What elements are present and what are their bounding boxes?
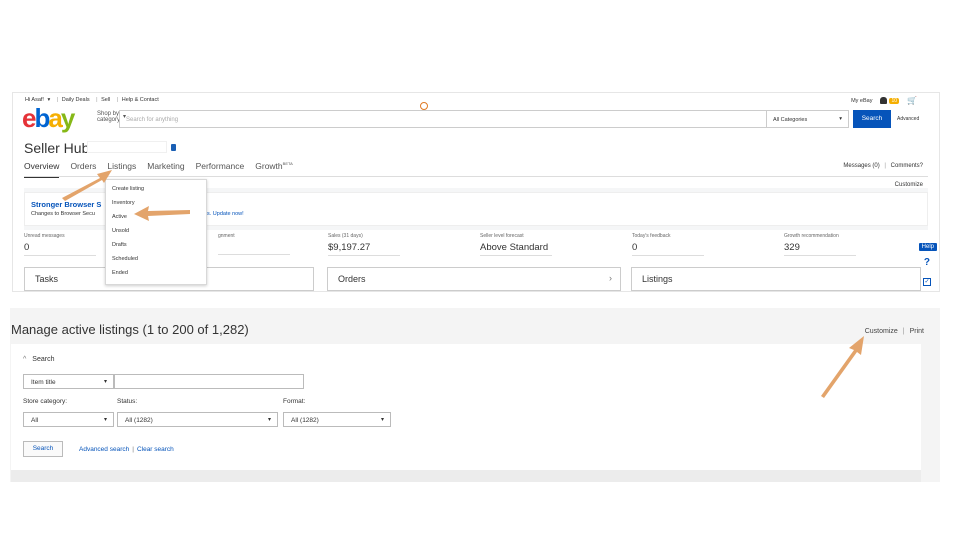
chevron-down-icon: ▾	[103, 379, 107, 385]
search-toggle[interactable]: ^ Search	[23, 356, 54, 363]
stat-seller-level[interactable]: Seller level forecast Above Standard	[480, 233, 620, 256]
format-select[interactable]: All (1282) ▾	[283, 412, 391, 427]
messages-links: Messages (0) | Comments?	[843, 163, 923, 169]
store-badge-icon	[171, 144, 176, 151]
arrow-to-listings-tab	[62, 170, 112, 201]
tab-performance[interactable]: Performance	[196, 161, 245, 175]
cart-icon[interactable]: 🛒	[907, 96, 917, 105]
page-title: Seller Hub	[24, 140, 90, 156]
question-icon[interactable]: ?	[924, 257, 930, 268]
chevron-down-icon: ▾	[380, 417, 384, 423]
stat-growth-recommendation[interactable]: Growth recommendation 329	[784, 233, 924, 256]
help-contact-link[interactable]: Help & Contact	[122, 97, 159, 103]
arrow-to-active-item	[134, 206, 190, 221]
tab-marketing[interactable]: Marketing	[147, 161, 184, 175]
shop-by-category-button[interactable]: Shop by category ▾	[97, 111, 126, 123]
menu-item-active[interactable]: Active	[112, 214, 127, 220]
category-select[interactable]: All Categories ▾	[767, 110, 849, 128]
advanced-search-link[interactable]: Advanced search	[79, 446, 129, 453]
seller-hub-screenshot: Hi Asaf! ▾ | Daily Deals | Sell | Help &…	[12, 92, 940, 292]
clear-search-link[interactable]: Clear search	[137, 446, 174, 453]
notification-badge: 10	[889, 97, 900, 104]
help-button[interactable]: Help	[918, 243, 937, 251]
search-input[interactable]: Search for anything	[119, 110, 767, 128]
search-field-select[interactable]: Item title ▾	[23, 374, 114, 389]
mouse-cursor-indicator	[420, 102, 428, 110]
messages-link[interactable]: Messages (0)	[843, 163, 879, 169]
banner-subtitle: Changes to Browser Secu	[31, 211, 95, 217]
chevron-right-icon: ›	[609, 273, 612, 283]
beta-badge: BETA	[282, 161, 293, 167]
arrow-to-customize-link	[821, 336, 864, 398]
advanced-search-link[interactable]: Advanced	[897, 116, 919, 122]
listings-dropdown-menu: Create listing Inventory Active Unsold D…	[105, 179, 207, 285]
store-category-select[interactable]: All ▾	[23, 412, 114, 427]
manage-listings-screenshot: Manage active listings (1 to 200 of 1,28…	[10, 308, 940, 482]
manage-listings-title: Manage active listings (1 to 200 of 1,28…	[11, 322, 249, 337]
status-label: Status:	[117, 398, 138, 405]
update-now-link[interactable]: s. Update now!	[207, 211, 244, 217]
sell-link[interactable]: Sell	[101, 97, 110, 103]
tab-growth[interactable]: GrowthBETA	[255, 161, 293, 175]
my-ebay-link[interactable]: My eBay	[851, 98, 872, 104]
customize-print-links: Customize | Print	[864, 328, 924, 335]
search-panel: ^ Search Item title ▾ Store category: Stat…	[11, 344, 921, 470]
search-links: Advanced search | Clear search	[79, 446, 174, 453]
global-header-bar: Hi Asaf! ▾ | Daily Deals | Sell | Help &…	[25, 96, 917, 105]
format-label: Format:	[283, 398, 306, 405]
chevron-down-icon: ▾	[103, 417, 107, 423]
store-category-label: Store category:	[23, 398, 68, 405]
search-button[interactable]: Search	[853, 110, 891, 128]
print-link[interactable]: Print	[910, 328, 924, 335]
menu-item-drafts[interactable]: Drafts	[112, 242, 127, 248]
search-keyword-input[interactable]	[114, 374, 304, 389]
divider	[24, 176, 928, 177]
tab-overview[interactable]: Overview	[24, 161, 60, 178]
listings-card[interactable]: Listings	[631, 267, 921, 291]
ebay-logo[interactable]: ebay	[22, 105, 75, 131]
menu-item-ended[interactable]: Ended	[112, 270, 128, 276]
stat-sales[interactable]: Sales (31 days) $9,197.27	[328, 233, 468, 256]
search-button[interactable]: Search	[23, 441, 63, 457]
comments-link[interactable]: Comments?	[891, 163, 923, 169]
panel-footer	[11, 470, 921, 482]
status-select[interactable]: All (1282) ▾	[117, 412, 278, 427]
checklist-icon[interactable]: ✓	[923, 278, 931, 286]
menu-item-scheduled[interactable]: Scheduled	[112, 256, 138, 262]
chevron-up-icon: ^	[23, 356, 27, 363]
chevron-down-icon: ▾	[839, 116, 842, 122]
chevron-down-icon: ▾	[267, 417, 271, 423]
stat-todays-feedback[interactable]: Today's feedback 0	[632, 233, 772, 256]
bell-icon[interactable]	[880, 97, 888, 104]
menu-item-unsold[interactable]: Unsold	[112, 228, 129, 234]
orders-card[interactable]: Orders ›	[327, 267, 621, 291]
store-name-redacted	[87, 141, 167, 153]
